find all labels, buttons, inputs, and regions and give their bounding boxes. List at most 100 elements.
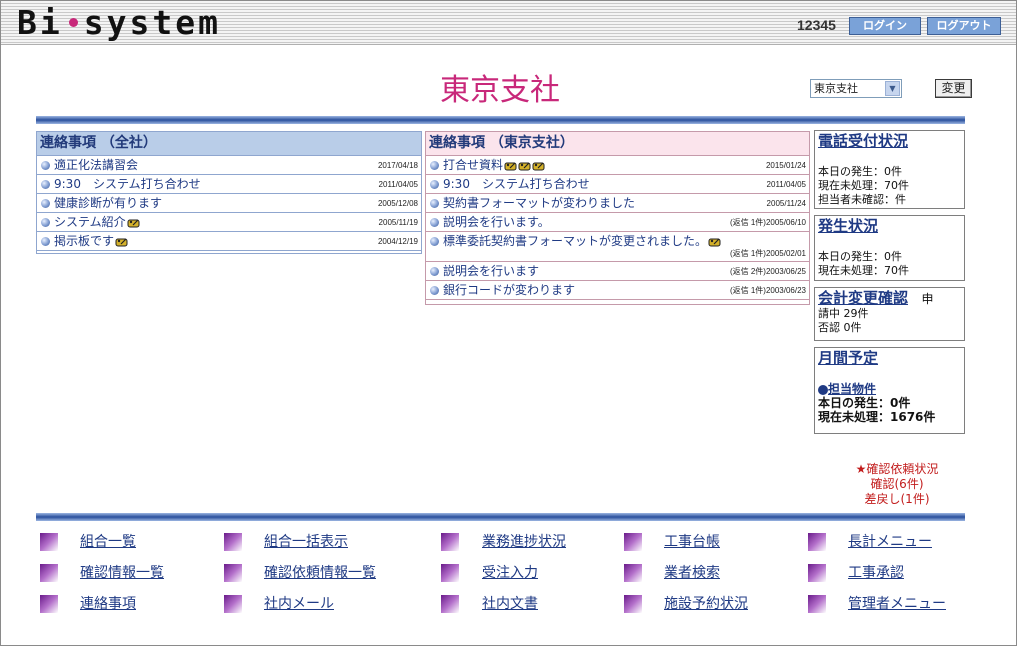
menu-link[interactable]: 長計メニュー (848, 532, 932, 552)
notice-date: 2005/11/19 (378, 218, 418, 227)
notice-date: (返信 1件)2005/02/01 (729, 249, 806, 258)
menu-link[interactable]: 組合一括表示 (264, 532, 348, 552)
notice-row[interactable]: 9:30 システム打ち合わせ 2011/04/05 (426, 175, 809, 194)
notice-date: 2015/01/24 (765, 161, 806, 170)
menu-link[interactable]: 工事承認 (848, 563, 904, 583)
notice-row[interactable]: 契約書フォーマットが変わりました 2005/11/24 (426, 194, 809, 213)
notice-row[interactable]: 打合せ資料 2015/01/24 (426, 156, 809, 175)
menu-bullet-icon (808, 533, 826, 551)
bullet-icon (430, 267, 439, 276)
menu-link[interactable]: 施設予約状況 (664, 594, 748, 614)
notice-title[interactable]: 銀行コードが変わります (443, 283, 575, 297)
notices-branch-panel: 連絡事項 （東京支社） 打合せ資料 2015/01/24 9:30 システム打ち合わ… (425, 131, 810, 305)
notice-row[interactable]: 9:30 システム打ち合わせ 2011/04/05 (37, 175, 421, 194)
notice-row[interactable]: 説明会を行います (返信 2件)2003/06/25 (426, 262, 809, 281)
notice-date: 2005/11/24 (766, 199, 806, 208)
logo: Bi system (17, 3, 221, 42)
bullet-icon (41, 180, 50, 189)
status-line: 本日の発生：0件 (818, 165, 902, 178)
branch-select-value: 東京支社 (814, 82, 858, 95)
header-bar: Bi system 12345 ログイン ログアウト (1, 1, 1016, 45)
notices-branch-heading: 連絡事項 （東京支社） (426, 132, 809, 156)
notice-date: (返信 1件)2003/06/23 (729, 286, 806, 295)
new-badge-icon (504, 162, 517, 170)
menu-link[interactable]: 確認依頼情報一覧 (264, 563, 376, 583)
audit-title-suffix: 申 (921, 292, 934, 306)
logout-button[interactable]: ログアウト (927, 17, 1001, 35)
notice-row[interactable]: 説明会を行います。 (返信 1件)2005/06/10 (426, 213, 809, 232)
bullet-icon (430, 237, 439, 246)
notices-all-heading: 連絡事項 （全社） (37, 132, 421, 156)
bullet-icon (41, 199, 50, 208)
menu-link[interactable]: 管理者メニュー (848, 594, 946, 614)
notice-date: 2017/04/18 (377, 161, 418, 170)
menu-bullet-icon (224, 595, 242, 613)
notice-title[interactable]: 打合せ資料 (443, 158, 503, 172)
occurrence-status-link[interactable]: 発生状況 (818, 216, 878, 236)
login-button[interactable]: ログイン (849, 17, 921, 35)
audit-status-link[interactable]: 会計変更確認 (818, 288, 908, 308)
confirm-heading[interactable]: ★確認依頼状況 (842, 462, 952, 477)
notice-row[interactable]: 掲示板です 2004/12/19 (37, 232, 421, 251)
bullet-icon (430, 199, 439, 208)
monthly-status-link[interactable]: 月間予定 (818, 348, 878, 368)
notice-title[interactable]: 9:30 システム打ち合わせ (443, 177, 590, 191)
new-badge-icon (518, 162, 531, 170)
menu-bullet-icon (808, 564, 826, 582)
logo-dot-icon (68, 18, 78, 27)
status-line: 現在未処理：70件 (818, 179, 909, 192)
menu-link[interactable]: 連絡事項 (80, 594, 136, 614)
divider (36, 513, 965, 521)
status-line: 否認 0件 (818, 321, 862, 334)
notice-title[interactable]: 適正化法講習会 (54, 158, 138, 172)
menu-link[interactable]: 社内メール (264, 594, 334, 614)
menu-link[interactable]: 社内文書 (482, 594, 538, 614)
menu-link[interactable]: 組合一覧 (80, 532, 136, 552)
notice-row[interactable]: システム紹介 2005/11/19 (37, 213, 421, 232)
bullet-icon (430, 286, 439, 295)
notice-title[interactable]: 標準委託契約書フォーマットが変更されました。 (443, 234, 707, 248)
phone-status-link[interactable]: 電話受付状況 (818, 131, 908, 151)
notice-row[interactable]: 標準委託契約書フォーマットが変更されました。 (返信 1件)2005/02/01 (426, 232, 809, 262)
notice-title[interactable]: 契約書フォーマットが変わりました (443, 196, 635, 210)
notice-row[interactable]: 健康診断が有ります 2005/12/08 (37, 194, 421, 213)
bullet-icon (41, 218, 50, 227)
bullet-icon (430, 161, 439, 170)
menu-link[interactable]: 業者検索 (664, 563, 720, 583)
menu-link[interactable]: 受注入力 (482, 563, 538, 583)
confirm-count[interactable]: 確認(6件) (842, 477, 952, 492)
menu-link[interactable]: 業務進捗状況 (482, 532, 566, 552)
menu-bullet-icon (624, 564, 642, 582)
notice-date: (返信 2件)2003/06/25 (729, 267, 806, 276)
new-badge-icon (115, 238, 128, 246)
status-line: 本日の発生：0件 (818, 396, 911, 410)
menu-bullet-icon (808, 595, 826, 613)
menu-link[interactable]: 工事台帳 (664, 532, 720, 552)
notices-all-panel: 連絡事項 （全社） 適正化法講習会 2017/04/18 9:30 システム打ち合わ… (36, 131, 422, 254)
notice-title[interactable]: 9:30 システム打ち合わせ (54, 177, 201, 191)
circle-icon (818, 384, 828, 395)
notice-title[interactable]: 説明会を行います。 (443, 215, 550, 229)
menu-bullet-icon (40, 533, 58, 551)
notice-title[interactable]: 説明会を行います (443, 264, 539, 278)
menu-bullet-icon (224, 533, 242, 551)
menu-link[interactable]: 確認情報一覧 (80, 563, 164, 583)
monthly-subhead[interactable]: 担当物件 (818, 382, 961, 396)
notice-title[interactable]: 健康診断が有ります (54, 196, 162, 210)
status-line: 現在未処理：70件 (818, 264, 909, 277)
reject-count[interactable]: 差戻し(1件) (842, 492, 952, 507)
branch-select[interactable]: 東京支社 ▼ (810, 79, 902, 98)
menu-bullet-icon (624, 533, 642, 551)
change-button[interactable]: 変更 (935, 79, 972, 98)
notice-row[interactable]: 適正化法講習会 2017/04/18 (37, 156, 421, 175)
notice-row[interactable]: 銀行コードが変わります (返信 1件)2003/06/23 (426, 281, 809, 300)
notice-title[interactable]: 掲示板です (54, 234, 114, 248)
bullet-icon (430, 218, 439, 227)
notice-date: (返信 1件)2005/06/10 (729, 218, 806, 227)
chevron-down-icon[interactable]: ▼ (885, 81, 900, 96)
new-badge-icon (532, 162, 545, 170)
confirm-request-status[interactable]: ★確認依頼状況 確認(6件) 差戻し(1件) (842, 462, 952, 507)
notice-title[interactable]: システム紹介 (54, 215, 126, 229)
bullet-icon (41, 161, 50, 170)
audit-status-box: 会計変更確認 申 請中 29件 否認 0件 (814, 287, 965, 341)
